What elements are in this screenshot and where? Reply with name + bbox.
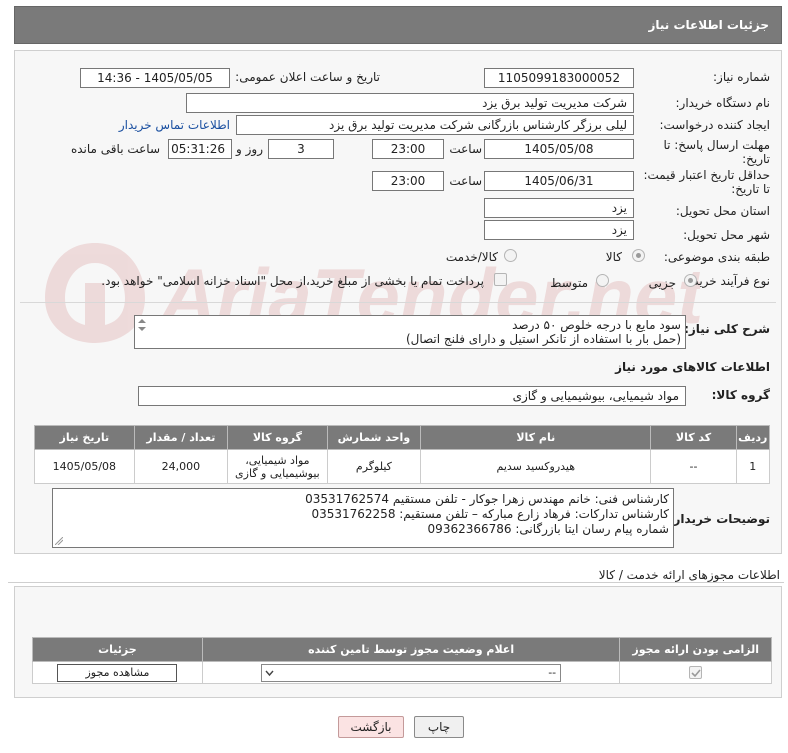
permits-table-header: الزامی بودن ارائه مجوز اعلام وضعیت مجوز … bbox=[32, 637, 772, 662]
cell-date: 1405/05/08 bbox=[34, 449, 135, 484]
buyer-notes-line-2: کارشناس تدارکات: فرهاد زارع مبارکه – تلف… bbox=[311, 507, 669, 521]
price-validity-time-label: ساعت bbox=[449, 174, 482, 188]
permit-required-checkbox[interactable] bbox=[689, 666, 703, 680]
announce-datetime-label: تاریخ و ساعت اعلان عمومی: bbox=[235, 70, 380, 84]
days-label: روز و bbox=[236, 142, 263, 156]
col-permit-required: الزامی بودن ارائه مجوز bbox=[619, 637, 772, 662]
reply-deadline-label-2: تاریخ: bbox=[742, 152, 770, 166]
col-code: کد کالا bbox=[650, 425, 737, 450]
permits-table: الزامی بودن ارائه مجوز اعلام وضعیت مجوز … bbox=[32, 637, 772, 684]
reply-deadline-days: 3 bbox=[268, 139, 334, 159]
buyer-contact-link[interactable]: اطلاعات تماس خریدار bbox=[119, 118, 230, 132]
category-option-goods: کالا bbox=[605, 250, 622, 264]
purchase-process-label: نوع فرآیند خرید : bbox=[685, 274, 770, 288]
category-radio-goods-service[interactable] bbox=[504, 249, 517, 262]
description-label: شرح کلی نیاز: bbox=[684, 322, 770, 336]
goods-table-header: ردیف کد کالا نام کالا واحد شمارش گروه کا… bbox=[34, 425, 771, 450]
price-validity-label: حداقل تاریخ اعتبار قیمت: bbox=[643, 168, 770, 182]
buyer-notes-line-1: کارشناس فنی: خانم مهندس زهرا جوکار - تلف… bbox=[305, 492, 669, 506]
price-validity-label-2: تا تاریخ: bbox=[731, 182, 770, 196]
reply-deadline-date: 1405/05/08 bbox=[484, 139, 634, 159]
buyer-notes-label: توضیحات خریدار: bbox=[668, 512, 770, 526]
page-title: جزئیات اطلاعات نیاز bbox=[648, 18, 769, 32]
category-radio-goods[interactable] bbox=[632, 249, 645, 262]
need-number-label: شماره نیاز: bbox=[713, 70, 770, 84]
cell-unit: کیلوگرم bbox=[326, 449, 422, 484]
process-option-minor: جزیی bbox=[648, 276, 676, 290]
requester-label: ایجاد کننده درخواست: bbox=[659, 118, 770, 132]
reply-deadline-time: 23:00 bbox=[372, 139, 444, 159]
delivery-province-value: یزد bbox=[484, 198, 634, 218]
description-line-2: (حمل بار با استفاده از تانکر استیل و دار… bbox=[405, 332, 681, 346]
view-permit-button[interactable]: مشاهده مجوز bbox=[57, 663, 178, 682]
resize-grip-icon[interactable] bbox=[55, 537, 63, 545]
scroll-arrows-icon[interactable] bbox=[137, 318, 147, 332]
cell-row: 1 bbox=[735, 449, 771, 484]
treasury-payment-note: پرداخت تمام یا بخشی از مبلغ خرید،از محل … bbox=[101, 274, 484, 288]
cell-name: هیدروکسید سدیم bbox=[420, 449, 652, 484]
cell-group-line-2: بیوشیمیایی و گازی bbox=[235, 466, 320, 480]
description-textarea[interactable]: سود مایع با درجه خلوص ۵۰ درصد (حمل بار ب… bbox=[134, 315, 686, 349]
permits-section-title: اطلاعات مجوزهای ارائه خدمت / کالا bbox=[598, 568, 780, 582]
remaining-time-label: ساعت باقی مانده bbox=[70, 142, 160, 156]
goods-section-title: اطلاعات کالاهای مورد نیاز bbox=[615, 360, 770, 374]
permit-status-value: -- bbox=[548, 665, 557, 679]
goods-table: ردیف کد کالا نام کالا واحد شمارش گروه کا… bbox=[34, 425, 771, 484]
cell-code: -- bbox=[650, 449, 737, 484]
process-option-medium: متوسط bbox=[550, 276, 588, 290]
category-label: طبقه بندی موضوعی: bbox=[663, 250, 770, 264]
chevron-down-icon bbox=[265, 670, 274, 676]
back-button[interactable]: بازگشت bbox=[338, 716, 404, 738]
buyer-org-label: نام دستگاه خریدار: bbox=[675, 96, 771, 110]
col-row: ردیف bbox=[735, 425, 771, 450]
table-row: -- مشاهده مجوز bbox=[32, 661, 772, 684]
permit-status-select[interactable]: -- bbox=[261, 663, 562, 682]
col-unit: واحد شمارش bbox=[326, 425, 422, 450]
col-group: گروه کالا bbox=[227, 425, 328, 450]
remaining-time: 05:31:26 bbox=[168, 139, 232, 159]
buyer-org-value: شرکت مدیریت تولید برق یزد bbox=[186, 93, 634, 113]
cell-qty: 24,000 bbox=[133, 449, 229, 484]
cell-group: مواد شیمیایی، بیوشیمیایی و گازی bbox=[227, 449, 328, 484]
price-validity-date: 1405/06/31 bbox=[484, 171, 634, 191]
reply-deadline-time-label: ساعت bbox=[449, 142, 482, 156]
col-name: نام کالا bbox=[420, 425, 652, 450]
checkmark-icon bbox=[691, 669, 701, 678]
buyer-notes-textarea[interactable]: کارشناس فنی: خانم مهندس زهرا جوکار - تلف… bbox=[52, 488, 674, 548]
process-radio-medium[interactable] bbox=[596, 274, 609, 287]
category-option-goods-service: کالا/خدمت bbox=[445, 250, 498, 264]
col-permit-details: جزئیات bbox=[32, 637, 203, 662]
goods-group-label: گروه کالا: bbox=[711, 388, 770, 402]
col-date: تاریخ نیاز bbox=[34, 425, 135, 450]
treasury-payment-checkbox[interactable] bbox=[494, 273, 507, 286]
delivery-city-value: یزد bbox=[484, 220, 634, 240]
delivery-province-label: استان محل تحویل: bbox=[675, 204, 770, 218]
reply-deadline-label: مهلت ارسال پاسخ: تا bbox=[663, 138, 770, 152]
page-header: جزئیات اطلاعات نیاز bbox=[14, 6, 782, 44]
col-qty: تعداد / مقدار bbox=[133, 425, 229, 450]
requester-value: لیلی برزگر کارشناس بازرگانی شرکت مدیریت … bbox=[236, 115, 634, 135]
table-row: 1 -- هیدروکسید سدیم کیلوگرم مواد شیمیایی… bbox=[34, 449, 771, 484]
permits-divider bbox=[8, 582, 784, 583]
divider bbox=[20, 302, 776, 303]
description-line-1: سود مایع با درجه خلوص ۵۰ درصد bbox=[512, 318, 681, 332]
price-validity-time: 23:00 bbox=[372, 171, 444, 191]
buyer-notes-line-3: شماره پیام رسان ایتا بازرگانی: 093623667… bbox=[427, 522, 669, 536]
delivery-city-label: شهر محل تحویل: bbox=[683, 228, 770, 242]
announce-datetime-value: 1405/05/05 - 14:36 bbox=[80, 68, 230, 88]
process-radio-minor[interactable] bbox=[684, 274, 697, 287]
col-permit-status: اعلام وضعیت مجوز توسط تامین کننده bbox=[201, 637, 621, 662]
cell-group-line-1: مواد شیمیایی، bbox=[245, 453, 310, 467]
goods-group-value: مواد شیمیایی، بیوشیمیایی و گازی bbox=[138, 386, 686, 406]
print-button[interactable]: چاپ bbox=[414, 716, 464, 738]
need-number-value: 1105099183000052 bbox=[484, 68, 634, 88]
